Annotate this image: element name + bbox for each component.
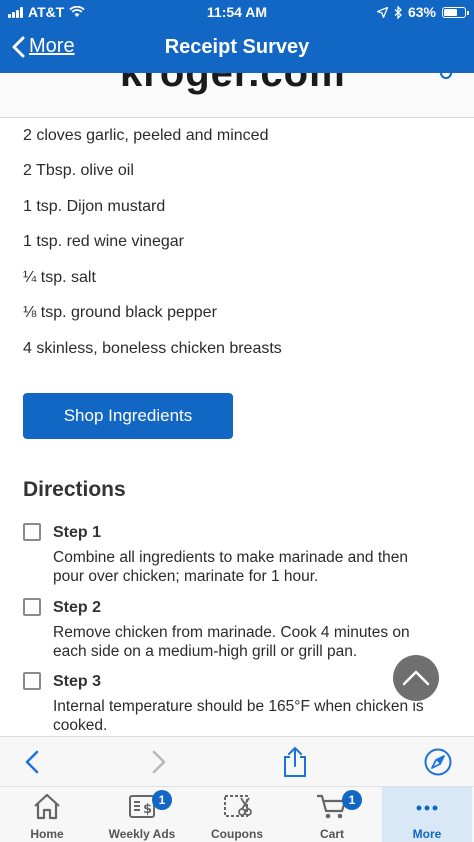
direction-step: Step 2 Remove chicken from marinade. Coo… [23, 598, 443, 668]
tab-coupons[interactable]: Coupons [192, 787, 282, 842]
home-icon [34, 793, 60, 820]
tab-home[interactable]: Home [2, 787, 92, 842]
back-button[interactable]: More [12, 35, 75, 58]
step-checkbox[interactable] [23, 523, 41, 541]
step-text: Internal temperature should be 165°F whe… [53, 698, 424, 734]
battery-level [444, 8, 457, 16]
direction-step: Step 3 Internal temperature should be 16… [23, 672, 443, 736]
tab-more[interactable]: More [382, 787, 472, 842]
step-text: Remove chicken from marinade. Cook 4 min… [53, 624, 410, 660]
recipe-content: 2 cloves garlic, peeled and minced 2 Tbs… [0, 118, 474, 736]
ingredient-item: ¼ tsp. salt [23, 269, 96, 286]
browser-forward-button[interactable] [144, 747, 174, 777]
svg-text:$: $ [143, 802, 152, 817]
back-button-label: More [29, 35, 75, 57]
ingredient-item: 2 cloves garlic, peeled and minced [23, 127, 269, 144]
logo-strip: kroger.com [0, 73, 474, 118]
battery-icon [442, 6, 469, 18]
directions-heading: Directions [23, 478, 126, 501]
open-in-safari-button[interactable] [423, 747, 453, 777]
more-icon [416, 805, 438, 811]
location-arrow-icon [376, 6, 388, 18]
tab-label: More [412, 827, 442, 841]
tab-cart[interactable]: 1 Cart [287, 787, 377, 842]
tab-label: Cart [319, 827, 344, 841]
step-checkbox[interactable] [23, 598, 41, 616]
browser-back-button[interactable] [17, 747, 47, 777]
ingredient-item: ⅛ tsp. ground black pepper [23, 304, 217, 321]
kroger-logo: kroger.com [120, 73, 346, 95]
tab-bar: Home $ 1 Weekly Ads Coupons 1 Cart More [0, 786, 474, 842]
direction-step: Step 1 Combine all ingredients to make m… [23, 523, 443, 593]
status-bar: AT&T 11:54 AM 63% [0, 0, 474, 24]
tab-label: Coupons [211, 827, 263, 841]
share-button[interactable] [280, 747, 310, 777]
chevron-up-icon [402, 670, 430, 686]
battery-percent: 63% [407, 4, 436, 20]
tab-label: Weekly Ads [108, 827, 176, 841]
weekly-ads-badge: 1 [152, 790, 172, 810]
back-icon [25, 750, 39, 774]
cart-badge: 1 [342, 790, 362, 810]
step-text: Combine all ingredients to make marinade… [53, 549, 408, 585]
step-label: Step 1 [53, 524, 102, 541]
step-label: Step 3 [53, 673, 102, 690]
forward-icon [152, 750, 166, 774]
ingredient-item: 4 skinless, boneless chicken breasts [23, 340, 282, 357]
ingredient-item: 2 Tbsp. olive oil [23, 162, 134, 179]
chevron-left-icon [12, 36, 25, 57]
tab-weekly-ads[interactable]: $ 1 Weekly Ads [97, 787, 187, 842]
status-right: 63% [376, 4, 469, 20]
logo-right-icon [440, 73, 452, 79]
scroll-to-top-button[interactable] [393, 655, 439, 701]
step-label: Step 2 [53, 599, 102, 616]
app-header: AT&T 11:54 AM 63% More Receipt Survey [0, 0, 474, 73]
tab-label: Home [30, 827, 64, 841]
ingredient-item: 1 tsp. red wine vinegar [23, 233, 184, 250]
share-icon [284, 747, 306, 777]
bluetooth-icon [394, 5, 402, 19]
step-checkbox[interactable] [23, 672, 41, 690]
compass-icon [424, 748, 452, 776]
coupon-icon [224, 795, 252, 817]
ingredient-item: 1 tsp. Dijon mustard [23, 198, 166, 215]
browser-toolbar [0, 736, 474, 786]
shop-ingredients-button[interactable]: Shop Ingredients [23, 393, 233, 439]
